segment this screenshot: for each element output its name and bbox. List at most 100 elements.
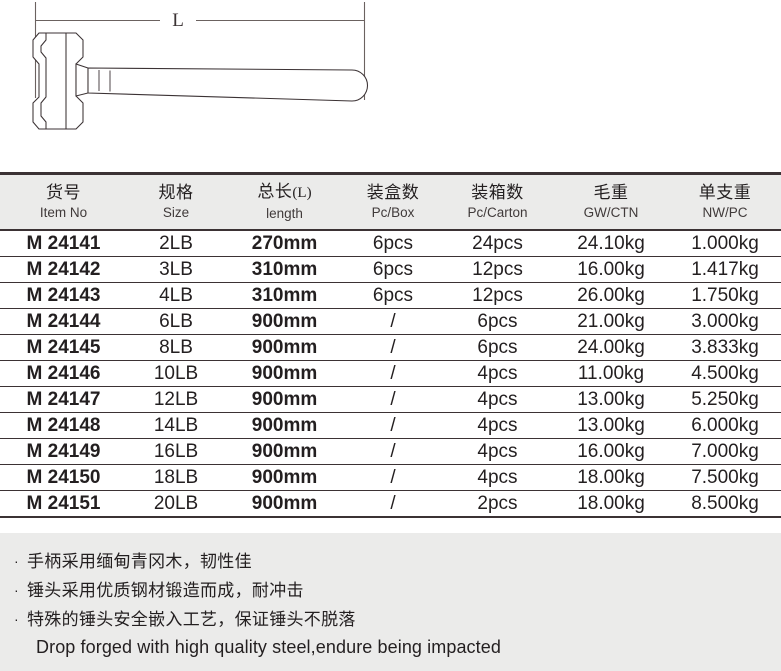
- cell-size: 3LB: [127, 256, 225, 283]
- feature-text: 锤头采用优质钢材锻造而成，耐冲击: [27, 581, 304, 600]
- cell-length: 900mm: [225, 386, 344, 413]
- table-row: M 24144 6LB 900mm/6pcs 21.00kg 3.000kg: [0, 308, 781, 335]
- cell-pc_carton: 6pcs: [442, 334, 553, 361]
- cell-length: 900mm: [225, 438, 344, 465]
- cell-pc_carton: 4pcs: [442, 438, 553, 465]
- feature-line: · 手柄采用缅甸青冈木，韧性佳: [14, 547, 781, 576]
- cell-size: 18LB: [127, 464, 225, 491]
- cell-item_no: M 24147: [0, 386, 127, 413]
- column-header-size: 规格 Size: [127, 172, 225, 231]
- column-header-en: length: [266, 206, 303, 221]
- cell-pc_box: /: [344, 386, 442, 413]
- cell-pc_carton: 4pcs: [442, 386, 553, 413]
- column-header-cn: 货号: [46, 183, 81, 202]
- column-header-pc-carton: 装箱数 Pc/Carton: [442, 172, 553, 231]
- cell-pc_box: /: [344, 438, 442, 465]
- column-header-item-no: 货号 Item No: [0, 172, 127, 231]
- cell-pc_box: 6pcs: [344, 256, 442, 283]
- cell-pc_box: /: [344, 334, 442, 361]
- table-header: 货号 Item No 规格 Size 总长(L) length 装盒数 Pc/B…: [0, 172, 781, 231]
- column-header-length: 总长(L) length: [225, 172, 344, 231]
- cell-nw_pc: 7.000kg: [669, 438, 781, 465]
- cell-size: 4LB: [127, 282, 225, 309]
- cell-gw_ctn: 16.00kg: [553, 256, 669, 283]
- cell-pc_carton: 4pcs: [442, 360, 553, 387]
- features-panel: · 手柄采用缅甸青冈木，韧性佳 · 锤头采用优质钢材锻造而成，耐冲击 · 特殊的锤头安…: [0, 533, 781, 671]
- column-header-cn: 总长(L): [225, 181, 344, 204]
- column-header-cn: 装箱数: [471, 183, 524, 202]
- cell-length: 900mm: [225, 360, 344, 387]
- cell-length: 900mm: [225, 464, 344, 491]
- hammer-handle: [87, 67, 368, 102]
- cell-length: 900mm: [225, 490, 344, 518]
- cell-item_no: M 24151: [0, 490, 127, 518]
- table-row: M 24148 14LB 900mm/4pcs 13.00kg 6.000kg: [0, 412, 781, 439]
- cell-pc_carton: 4pcs: [442, 464, 553, 491]
- cell-pc_carton: 12pcs: [442, 282, 553, 309]
- cell-item_no: M 24145: [0, 334, 127, 361]
- cell-pc_box: /: [344, 412, 442, 439]
- cell-nw_pc: 3.000kg: [669, 308, 781, 335]
- cell-length: 310mm: [225, 256, 344, 283]
- product-illustration: L: [0, 0, 781, 172]
- cell-nw_pc: 6.000kg: [669, 412, 781, 439]
- cell-pc_carton: 24pcs: [442, 230, 553, 257]
- cell-nw_pc: 1.417kg: [669, 256, 781, 283]
- cell-gw_ctn: 18.00kg: [553, 490, 669, 518]
- cell-size: 16LB: [127, 438, 225, 465]
- table-body: M 24141 2LB 270mm 6pcs 24pcs 24.10kg 1.000kg M …: [0, 230, 781, 518]
- column-header-en: GW/CTN: [583, 205, 639, 220]
- cell-pc_box: /: [344, 464, 442, 491]
- table-row: M 24142 3LB 310mm 6pcs 12pcs 16.00kg 1.417kg: [0, 256, 781, 283]
- column-header-cn: 单支重: [698, 183, 752, 202]
- cell-pc_carton: 4pcs: [442, 412, 553, 439]
- cell-gw_ctn: 18.00kg: [553, 464, 669, 491]
- cell-nw_pc: 8.500kg: [669, 490, 781, 518]
- cell-size: 20LB: [127, 490, 225, 518]
- cell-gw_ctn: 13.00kg: [553, 412, 669, 439]
- table-row: M 24149 16LB 900mm/4pcs 16.00kg 7.000kg: [0, 438, 781, 465]
- cell-length: 900mm: [225, 334, 344, 361]
- cell-size: 8LB: [127, 334, 225, 361]
- cell-nw_pc: 3.833kg: [669, 334, 781, 361]
- table-row: M 24147 12LB 900mm/4pcs 13.00kg 5.250kg: [0, 386, 781, 413]
- column-header-cn: 毛重: [593, 183, 629, 202]
- column-header-cn: 装盒数: [366, 183, 420, 202]
- cell-nw_pc: 5.250kg: [669, 386, 781, 413]
- cell-nw_pc: 1.750kg: [669, 282, 781, 309]
- feature-text: 特殊的锤头安全嵌入工艺，保证锤头不脱落: [27, 610, 356, 629]
- cell-nw_pc: 1.000kg: [669, 230, 781, 257]
- cell-pc_carton: 12pcs: [442, 256, 553, 283]
- bullet-icon: ·: [14, 553, 19, 569]
- cell-size: 6LB: [127, 308, 225, 335]
- feature-line: · 锤头采用优质钢材锻造而成，耐冲击: [14, 576, 781, 605]
- feature-line: · 特殊的锤头安全嵌入工艺，保证锤头不脱落: [14, 605, 781, 634]
- bullet-icon: ·: [14, 582, 19, 598]
- cell-length: 900mm: [225, 308, 344, 335]
- specification-table: 货号 Item No 规格 Size 总长(L) length 装盒数 Pc/B…: [0, 172, 781, 518]
- column-header-en: Item No: [39, 205, 88, 220]
- cell-item_no: M 24144: [0, 308, 127, 335]
- cell-item_no: M 24143: [0, 282, 127, 309]
- column-header-cn-paren: (L): [292, 185, 312, 201]
- table-row: M 24141 2LB 270mm 6pcs 24pcs 24.10kg 1.000kg: [0, 230, 781, 257]
- cell-pc_box: 6pcs: [344, 282, 442, 309]
- column-header-gw-ctn: 毛重 GW/CTN: [553, 172, 669, 231]
- cell-gw_ctn: 21.00kg: [553, 308, 669, 335]
- cell-item_no: M 24149: [0, 438, 127, 465]
- cell-item_no: M 24150: [0, 464, 127, 491]
- cell-item_no: M 24141: [0, 230, 127, 257]
- table-header-row: 货号 Item No 规格 Size 总长(L) length 装盒数 Pc/B…: [0, 172, 781, 231]
- column-header-en: Pc/Carton: [467, 205, 528, 220]
- cell-size: 12LB: [127, 386, 225, 413]
- dimension-label: L: [172, 10, 184, 31]
- column-header-pc-box: 装盒数 Pc/Box: [344, 172, 442, 231]
- table-row: M 24150 18LB 900mm/4pcs 18.00kg 7.500kg: [0, 464, 781, 491]
- cell-length: 270mm: [225, 230, 344, 257]
- cell-nw_pc: 7.500kg: [669, 464, 781, 491]
- column-header-en: Size: [162, 205, 190, 220]
- cell-item_no: M 24142: [0, 256, 127, 283]
- table-row: M 24145 8LB 900mm/6pcs 24.00kg 3.833kg: [0, 334, 781, 361]
- cell-length: 310mm: [225, 282, 344, 309]
- column-header-cn-text: 总长: [257, 182, 293, 201]
